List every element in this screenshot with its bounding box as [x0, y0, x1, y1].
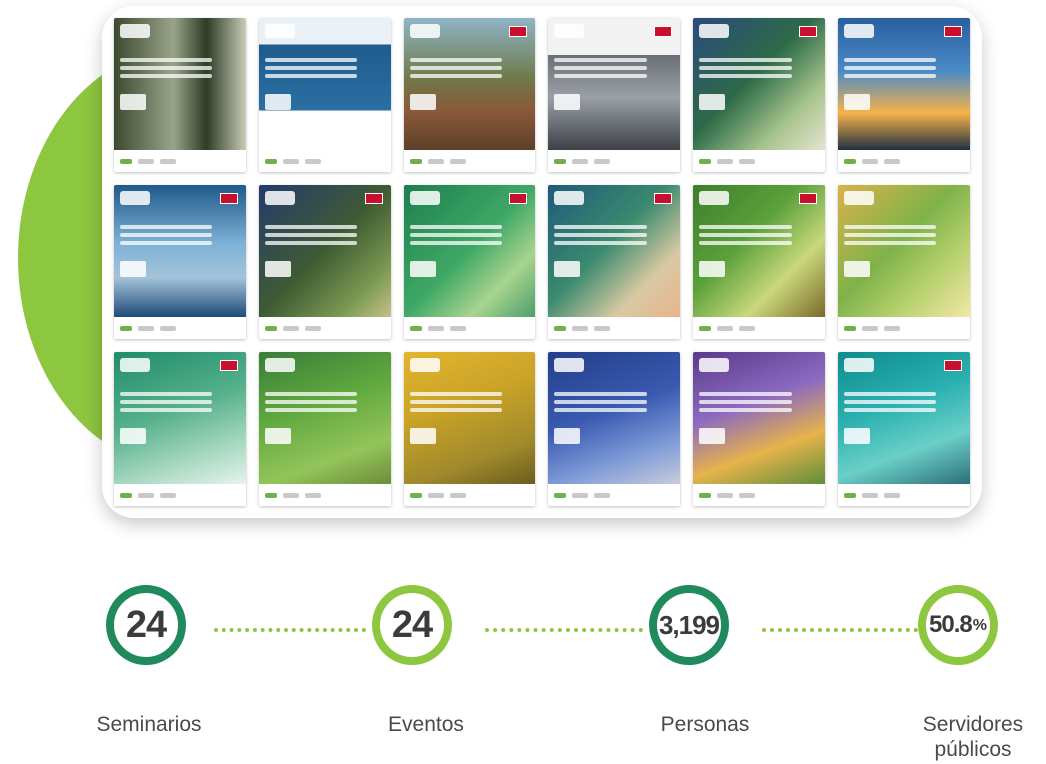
seminar-poster[interactable]: [693, 185, 826, 339]
seminar-poster[interactable]: [258, 185, 391, 339]
seminar-poster[interactable]: [548, 185, 681, 339]
seminar-poster[interactable]: [403, 18, 536, 172]
seminar-poster[interactable]: [838, 185, 970, 339]
stat-value: 50.8: [929, 611, 973, 638]
seminar-poster[interactable]: [114, 185, 246, 339]
seminar-poster[interactable]: [403, 352, 536, 506]
seminar-poster[interactable]: [548, 352, 681, 506]
seminar-poster[interactable]: [403, 185, 536, 339]
seminar-poster[interactable]: [838, 18, 970, 172]
stat-value: 24: [125, 603, 167, 646]
seminar-poster[interactable]: [693, 18, 826, 172]
stat-value: 3,199: [658, 609, 720, 640]
dotted-connector: [485, 628, 643, 632]
seminar-poster[interactable]: [114, 18, 246, 172]
dotted-connector: [762, 628, 918, 632]
seminarios-stat-circle: 24: [106, 585, 186, 665]
poster-grid: [114, 18, 970, 506]
dotted-connector: [214, 628, 366, 632]
personas-stat-circle: 3,199: [649, 585, 729, 665]
stats-row: 24 24 3,199 50.8%: [0, 585, 1046, 675]
servidores-label: Servidores públicos: [900, 712, 1046, 762]
seminar-poster[interactable]: [258, 18, 391, 172]
seminarios-label: Seminarios: [96, 713, 202, 736]
poster-collage-panel: [102, 6, 982, 518]
percent-sign: %: [972, 617, 987, 634]
seminar-poster[interactable]: [548, 18, 681, 172]
eventos-stat-circle: 24: [372, 585, 452, 665]
seminar-poster[interactable]: [693, 352, 826, 506]
personas-label: Personas: [660, 713, 750, 736]
stat-value: 24: [391, 603, 433, 646]
seminar-poster[interactable]: [114, 352, 246, 506]
servidores-stat-circle: 50.8%: [918, 585, 998, 665]
seminar-poster[interactable]: [258, 352, 391, 506]
servidores-label-line2: públicos: [934, 738, 1012, 761]
eventos-label: Eventos: [388, 713, 464, 736]
servidores-label-line1: Servidores: [922, 713, 1024, 736]
seminar-poster[interactable]: [838, 352, 970, 506]
